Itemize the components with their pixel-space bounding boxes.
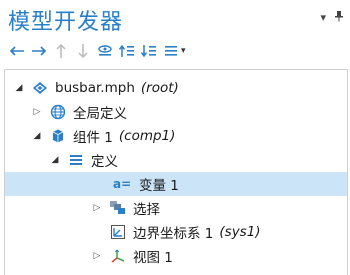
coordinate-system-icon xyxy=(109,223,127,241)
show-icon[interactable] xyxy=(96,42,113,60)
tree-node-tag: (sys1) xyxy=(219,224,261,240)
pin-icon[interactable] xyxy=(334,10,344,24)
panel-menu-icon[interactable]: ▾ xyxy=(320,12,326,23)
tree-node-label: 变量 1 xyxy=(139,178,179,194)
expand-all-icon[interactable] xyxy=(140,42,157,60)
tree-node-global-definitions[interactable]: ▷ 全局定义 xyxy=(5,100,347,124)
panel-title: 模型开发器 xyxy=(8,10,124,35)
globe-icon xyxy=(49,103,67,121)
model-builder-toolbar: ▾ xyxy=(8,40,186,62)
expanded-arrow-icon[interactable]: ◢ xyxy=(49,155,61,165)
definitions-icon xyxy=(67,151,85,169)
collapsed-arrow-icon[interactable]: ▷ xyxy=(31,107,43,117)
component-icon xyxy=(49,127,67,145)
model-root-icon xyxy=(31,79,49,97)
node-list-icon[interactable] xyxy=(162,42,179,60)
model-tree: ◢ busbar.mph (root) ▷ 全局定义 ◢ 组件 1 (comp1… xyxy=(4,69,348,275)
expanded-arrow-icon[interactable]: ◢ xyxy=(31,131,43,141)
collapsed-arrow-icon[interactable]: ▷ xyxy=(91,251,103,261)
move-up-icon[interactable] xyxy=(52,42,69,60)
tree-node-boundary-system[interactable]: 边界坐标系 1 (sys1) xyxy=(5,220,347,244)
tree-node-view[interactable]: ▷ 视图 1 xyxy=(5,244,347,268)
view-axes-icon xyxy=(109,247,127,265)
tree-node-label: 视图 1 xyxy=(133,250,173,266)
tree-node-label: 组件 1 xyxy=(73,130,113,146)
tree-node-label: 边界坐标系 1 xyxy=(133,226,214,242)
tree-node-label: 选择 xyxy=(133,202,160,218)
tree-node-tag: (root) xyxy=(140,80,179,96)
move-down-icon[interactable] xyxy=(74,42,91,60)
variables-icon: a= xyxy=(113,177,132,191)
tree-node-label: 全局定义 xyxy=(73,106,127,122)
forward-arrow-icon[interactable] xyxy=(30,42,47,60)
tree-node-variables[interactable]: a= 变量 1 xyxy=(5,172,347,196)
tree-node-label: busbar.mph xyxy=(55,80,135,96)
selection-icon xyxy=(109,199,127,217)
tree-node-label: 定义 xyxy=(91,154,118,170)
tree-node-selections[interactable]: ▷ 选择 xyxy=(5,196,347,220)
expanded-arrow-icon[interactable]: ◢ xyxy=(13,83,25,93)
back-arrow-icon[interactable] xyxy=(8,42,25,60)
toolbar-dropdown-icon[interactable]: ▾ xyxy=(181,46,186,56)
tree-node-component[interactable]: ◢ 组件 1 (comp1) xyxy=(5,124,347,148)
tree-node-tag: (comp1) xyxy=(118,128,176,144)
collapse-all-icon[interactable] xyxy=(118,42,135,60)
collapsed-arrow-icon[interactable]: ▷ xyxy=(91,203,103,213)
tree-node-definitions[interactable]: ◢ 定义 xyxy=(5,148,347,172)
tree-node-root[interactable]: ◢ busbar.mph (root) xyxy=(5,76,347,100)
